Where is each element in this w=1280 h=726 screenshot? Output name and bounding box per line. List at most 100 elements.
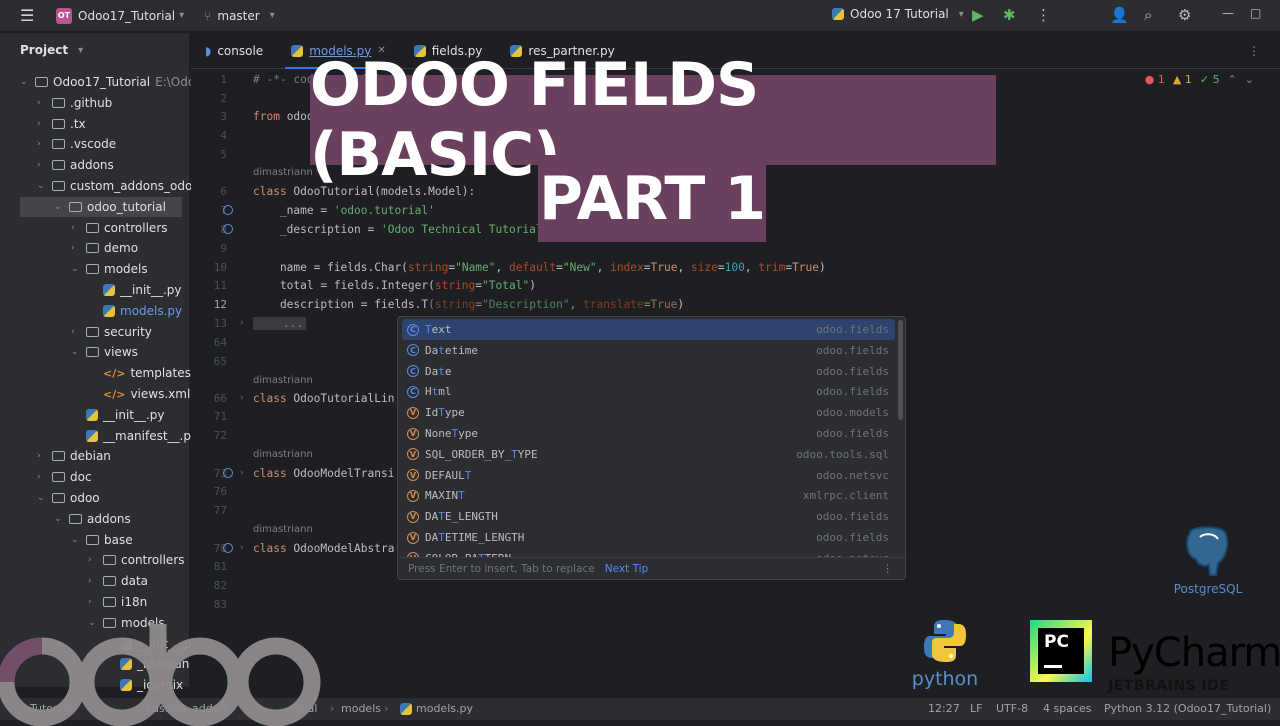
chevron-right-icon[interactable]: › <box>37 160 47 170</box>
chevron-right-icon[interactable]: › <box>37 98 47 108</box>
tree-item[interactable]: __init__.py <box>0 405 165 425</box>
chevron-right-icon[interactable]: › <box>37 139 47 149</box>
more-options-icon[interactable]: ⋮ <box>883 563 894 575</box>
tree-item[interactable]: › addons <box>0 155 114 175</box>
tree-item[interactable]: ⌄ models <box>0 259 148 279</box>
popup-scrollbar[interactable] <box>898 320 903 420</box>
code-line[interactable]: name = fields.Char(string="Name", defaul… <box>253 261 826 274</box>
chevron-down-icon[interactable]: ⌄ <box>54 202 64 212</box>
tree-item[interactable]: models.py <box>0 301 182 321</box>
file-encoding[interactable]: UTF-8 <box>996 702 1028 715</box>
completion-item[interactable]: V DATE_LENGTH odoo.fields <box>402 506 895 527</box>
override-marker-icon[interactable] <box>223 468 233 478</box>
project-panel-header[interactable]: Project ▾ <box>0 33 189 67</box>
override-marker-icon[interactable] <box>223 224 233 234</box>
chevron-down-icon[interactable]: ⌄ <box>71 264 81 274</box>
code-line[interactable]: class OdooModelTransi <box>253 467 394 480</box>
tab-console[interactable]: ◗ console <box>191 33 277 69</box>
chevron-down-icon[interactable]: ⌄ <box>1245 73 1254 86</box>
add-user-icon[interactable]: 👤 <box>1110 6 1129 24</box>
tree-item[interactable]: ⌄ odoo <box>0 488 100 508</box>
code-line[interactable]: from odoo <box>253 110 314 123</box>
chevron-down-icon[interactable]: ⌄ <box>71 347 81 357</box>
main-menu-icon[interactable]: ☰ <box>20 6 36 25</box>
tabs-more-icon[interactable]: ⋮ <box>1248 44 1260 58</box>
completion-item[interactable]: C Html odoo.fields <box>402 381 895 402</box>
completion-item[interactable]: V MAXINT xmlrpc.client <box>402 485 895 506</box>
tree-item[interactable]: ⌄ views <box>0 342 138 362</box>
completion-item[interactable]: C Date odoo.fields <box>402 361 895 382</box>
chevron-down-icon[interactable]: ⌄ <box>54 514 64 524</box>
debug-icon[interactable]: ✱ <box>1003 6 1016 24</box>
chevron-right-icon[interactable]: › <box>37 472 47 482</box>
next-tip-link[interactable]: Next Tip <box>605 563 648 575</box>
chevron-down-icon[interactable]: ⌄ <box>71 535 81 545</box>
breadcrumb-item-file[interactable]: models.py <box>400 702 473 715</box>
caret-position[interactable]: 12:27 <box>928 702 960 715</box>
code-line[interactable]: _description = 'Odoo Technical Tutorial' <box>253 223 549 236</box>
chevron-right-icon[interactable]: › <box>71 223 81 233</box>
tree-item[interactable]: </> views.xml <box>0 384 190 404</box>
tree-item[interactable]: __manifest__.py <box>0 426 198 446</box>
code-line-current[interactable]: description = fields.T(string="Descripti… <box>253 298 684 311</box>
tree-item[interactable]: › controllers <box>0 218 168 238</box>
breadcrumb-item[interactable]: models <box>341 702 381 715</box>
tree-item[interactable]: › .github <box>0 93 112 113</box>
completion-item[interactable]: V DEFAULT odoo.netsvc <box>402 465 895 486</box>
fold-arrow-icon[interactable]: › <box>240 393 244 403</box>
tree-item[interactable]: ⌄ base <box>0 530 133 550</box>
chevron-down-icon[interactable]: ⌄ <box>37 181 47 191</box>
completion-item[interactable]: V IdType odoo.models <box>402 402 895 423</box>
settings-gear-icon[interactable]: ⚙ <box>1178 6 1191 24</box>
code-line[interactable]: class OdooTutorialLin <box>253 392 394 405</box>
tree-item[interactable]: › doc <box>0 467 92 487</box>
chevron-right-icon[interactable]: › <box>88 555 98 565</box>
fold-arrow-icon[interactable]: › <box>240 468 244 478</box>
completion-item[interactable]: C Text odoo.fields <box>402 319 895 340</box>
line-separator[interactable]: LF <box>970 702 982 715</box>
tree-item[interactable]: › data <box>0 571 148 591</box>
tree-item[interactable]: › i18n <box>0 592 147 612</box>
tree-item[interactable]: › .vscode <box>0 134 116 154</box>
tree-item[interactable]: ⌄ Odoo17_Tutorial E:\Odo <box>0 72 195 92</box>
branch-selector[interactable]: ⑂ master ▾ <box>204 9 275 23</box>
chevron-up-icon[interactable]: ⌃ <box>1228 73 1237 86</box>
tree-item[interactable]: __init__.py <box>0 280 182 300</box>
chevron-right-icon[interactable]: › <box>71 243 81 253</box>
code-line[interactable]: total = fields.Integer(string="Total") <box>253 279 536 292</box>
code-line[interactable]: class OdooModelAbstra <box>253 542 394 555</box>
tree-item[interactable]: › demo <box>0 238 138 258</box>
fold-arrow-icon[interactable]: › <box>240 543 244 553</box>
minimize-icon[interactable]: — <box>1222 6 1234 20</box>
inspection-widget[interactable]: ● 1 ▲ 1 ✓ 5 ⌃ ⌄ <box>1145 73 1254 86</box>
tree-item[interactable]: ⌄ custom_addons_odoo1 <box>0 176 207 196</box>
chevron-right-icon[interactable]: › <box>71 327 81 337</box>
indent-setting[interactable]: 4 spaces <box>1043 702 1092 715</box>
completion-item[interactable]: V NoneType odoo.fields <box>402 423 895 444</box>
chevron-down-icon[interactable]: ⌄ <box>20 77 30 87</box>
fold-arrow-icon[interactable]: › <box>240 318 244 328</box>
project-name[interactable]: Odoo17_Tutorial <box>78 9 175 23</box>
tree-item[interactable]: ⌄ odoo_tutorial <box>20 196 182 217</box>
tree-item[interactable]: › controllers <box>0 550 185 570</box>
completion-item[interactable]: V SQL_ORDER_BY_TYPE odoo.tools.sql <box>402 444 895 465</box>
run-icon[interactable]: ▶ <box>972 6 984 24</box>
maximize-icon[interactable]: □ <box>1250 6 1261 20</box>
tree-item[interactable]: › debian <box>0 446 111 466</box>
search-icon[interactable]: ⌕ <box>1144 6 1152 24</box>
override-marker-icon[interactable] <box>223 205 233 215</box>
tree-item[interactable]: › .tx <box>0 114 86 134</box>
tree-item[interactable]: </> templates.xm <box>0 363 213 383</box>
chevron-right-icon[interactable]: › <box>37 119 47 129</box>
tree-item[interactable]: ⌄ addons <box>0 509 131 529</box>
chevron-down-icon[interactable]: ▾ <box>179 10 184 21</box>
chevron-right-icon[interactable]: › <box>88 597 98 607</box>
override-marker-icon[interactable] <box>223 543 233 553</box>
more-actions-icon[interactable]: ⋮ <box>1036 6 1051 24</box>
tree-item[interactable]: › security <box>0 322 152 342</box>
chevron-right-icon[interactable]: › <box>37 451 47 461</box>
completion-item[interactable]: V DATETIME_LENGTH odoo.fields <box>402 527 895 548</box>
python-interpreter[interactable]: Python 3.12 (Odoo17_Tutorial) <box>1104 702 1271 715</box>
run-configuration[interactable]: Odoo 17 Tutorial ▾ <box>832 7 964 21</box>
completion-item[interactable]: C Datetime odoo.fields <box>402 340 895 361</box>
